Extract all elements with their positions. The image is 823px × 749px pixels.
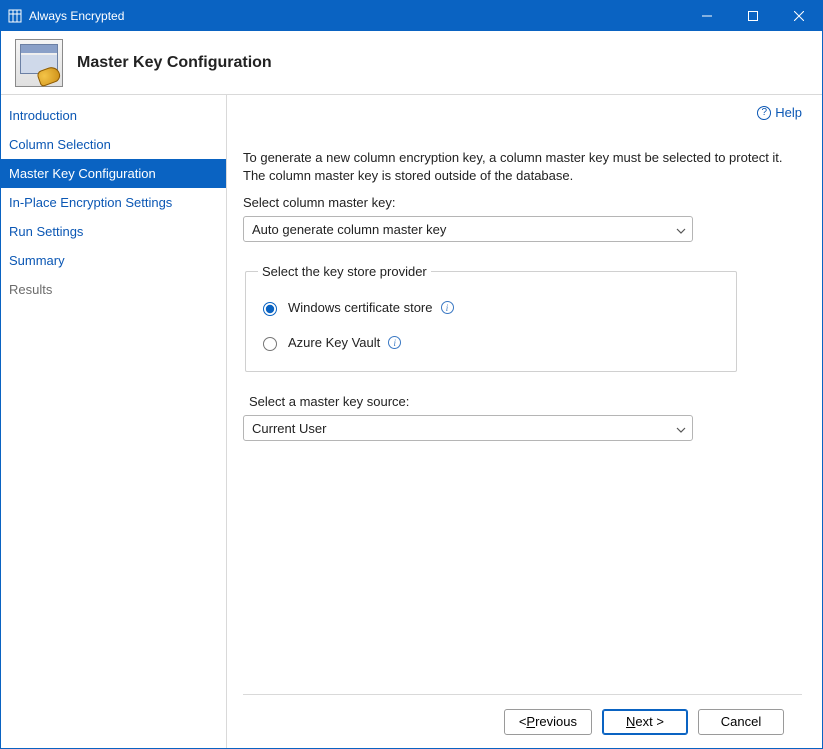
intro-text: To generate a new column encryption key,… bbox=[243, 149, 783, 185]
wizard-main: ? Help To generate a new column encrypti… bbox=[227, 95, 822, 748]
select-cmk-label: Select column master key: bbox=[243, 195, 802, 210]
maximize-button[interactable] bbox=[730, 1, 776, 31]
wizard-window: Always Encrypted Master Key Configuratio… bbox=[0, 0, 823, 749]
sidebar-item-master-key-configuration[interactable]: Master Key Configuration bbox=[1, 159, 226, 188]
master-key-source-value: Current User bbox=[252, 421, 326, 436]
help-icon: ? bbox=[757, 106, 771, 120]
sidebar-item-column-selection[interactable]: Column Selection bbox=[1, 130, 226, 159]
app-icon bbox=[7, 8, 23, 24]
master-key-source-select[interactable]: Current User bbox=[243, 415, 693, 441]
previous-button[interactable]: < Previous bbox=[504, 709, 592, 735]
key-store-provider-group: Select the key store provider Windows ce… bbox=[245, 264, 737, 372]
master-key-source-label: Select a master key source: bbox=[249, 394, 802, 409]
provider-azure-key-vault[interactable]: Azure Key Vault i bbox=[258, 334, 724, 351]
minimize-button[interactable] bbox=[684, 1, 730, 31]
sidebar-item-results: Results bbox=[1, 275, 226, 304]
info-icon[interactable]: i bbox=[388, 336, 401, 349]
cancel-button[interactable]: Cancel bbox=[698, 709, 784, 735]
column-master-key-select[interactable]: Auto generate column master key bbox=[243, 216, 693, 242]
page-title: Master Key Configuration bbox=[77, 54, 272, 72]
wizard-header: Master Key Configuration bbox=[1, 31, 822, 95]
wizard-body: Introduction Column Selection Master Key… bbox=[1, 95, 822, 748]
sidebar-item-summary[interactable]: Summary bbox=[1, 246, 226, 275]
key-store-provider-legend: Select the key store provider bbox=[258, 264, 431, 279]
close-button[interactable] bbox=[776, 1, 822, 31]
sidebar-item-in-place-encryption-settings[interactable]: In-Place Encryption Settings bbox=[1, 188, 226, 217]
wizard-footer: < Previous Next > Cancel bbox=[243, 694, 802, 748]
provider-akv-radio[interactable] bbox=[263, 337, 277, 351]
window-title: Always Encrypted bbox=[29, 9, 124, 23]
sidebar-item-introduction[interactable]: Introduction bbox=[1, 101, 226, 130]
master-key-icon bbox=[15, 39, 63, 87]
next-button[interactable]: Next > bbox=[602, 709, 688, 735]
help-label: Help bbox=[775, 105, 802, 120]
provider-windows-radio[interactable] bbox=[263, 302, 277, 316]
sidebar-item-run-settings[interactable]: Run Settings bbox=[1, 217, 226, 246]
provider-windows-label: Windows certificate store bbox=[288, 300, 433, 315]
chevron-down-icon bbox=[676, 421, 686, 436]
titlebar: Always Encrypted bbox=[1, 1, 822, 31]
provider-akv-label: Azure Key Vault bbox=[288, 335, 380, 350]
info-icon[interactable]: i bbox=[441, 301, 454, 314]
column-master-key-value: Auto generate column master key bbox=[252, 222, 446, 237]
help-link[interactable]: ? Help bbox=[757, 105, 802, 120]
chevron-down-icon bbox=[676, 222, 686, 237]
wizard-sidebar: Introduction Column Selection Master Key… bbox=[1, 95, 227, 748]
provider-windows-cert-store[interactable]: Windows certificate store i bbox=[258, 299, 724, 316]
